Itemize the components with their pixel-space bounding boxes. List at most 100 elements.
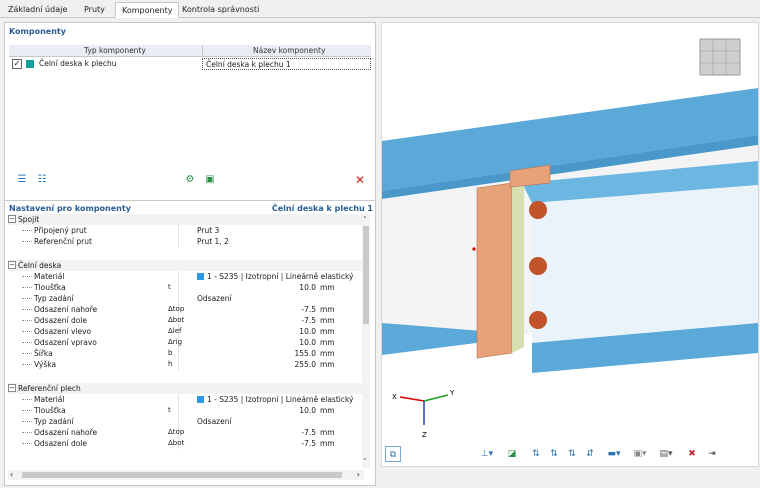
bolt-top bbox=[529, 201, 547, 219]
tab-validation[interactable]: Kontrola správnosti bbox=[176, 2, 265, 18]
property-number[interactable]: 155.0 bbox=[256, 348, 316, 359]
components-grid-header: Typ komponenty Název komponenty bbox=[9, 45, 371, 57]
property-number[interactable]: 10.0 bbox=[256, 405, 316, 416]
property-value[interactable]: Prut 1, 2 bbox=[197, 236, 229, 247]
property-row[interactable]: Materiál 1 - S235 | Izotropní | Lineárně … bbox=[8, 394, 364, 405]
tab-components[interactable]: Komponenty bbox=[115, 2, 180, 18]
tab-members[interactable]: Pruty bbox=[78, 2, 111, 18]
view-cube[interactable] bbox=[699, 38, 741, 76]
collapse-icon[interactable]: − bbox=[8, 384, 16, 392]
property-row[interactable]: Odsazení nahoře Δtop -7.5 mm bbox=[8, 304, 364, 315]
property-row[interactable]: Referenční prut Prut 1, 2 bbox=[8, 236, 364, 247]
property-value[interactable]: 1 - S235 | Izotropní | Lineárně elastick… bbox=[207, 271, 354, 282]
property-label: Výška bbox=[34, 360, 57, 369]
view-toggle-icon[interactable]: ⧉ bbox=[385, 446, 401, 462]
property-number[interactable]: -7.5 bbox=[256, 304, 316, 315]
display-mode-icon[interactable]: ▬▾ bbox=[603, 446, 625, 462]
settings-selected: Čelní deska k plechu 1 bbox=[271, 204, 373, 213]
property-row[interactable]: Typ zadání Odsazení bbox=[8, 416, 364, 427]
tree-connector bbox=[22, 320, 32, 321]
property-symbol: t bbox=[168, 283, 171, 291]
property-value[interactable]: Odsazení bbox=[197, 416, 232, 427]
components-toolbar: ☰ ☷ ⚙ ▣ ✕ bbox=[9, 173, 371, 191]
node-marker bbox=[472, 247, 476, 251]
property-unit: mm bbox=[320, 360, 335, 369]
property-group[interactable]: − Referenční plech bbox=[8, 383, 364, 394]
property-label: Typ zadání bbox=[34, 294, 74, 303]
print-icon[interactable]: ▤▾ bbox=[655, 446, 677, 462]
component-row[interactable]: ✓ Čelní deska k plechu Čelní deska k ple… bbox=[9, 58, 371, 70]
property-row[interactable]: Tloušťka t 10.0 mm bbox=[8, 405, 364, 416]
property-row[interactable]: Odsazení nahoře Δtop -7.5 mm bbox=[8, 427, 364, 438]
property-group[interactable]: − Spojit bbox=[8, 214, 364, 225]
column-divider bbox=[178, 348, 179, 359]
view-y-icon[interactable]: ⇅ bbox=[547, 446, 561, 462]
scroll-down-icon[interactable]: ˅ bbox=[363, 458, 367, 466]
component-name-cell[interactable]: Čelní deska k plechu 1 bbox=[202, 58, 371, 70]
property-row[interactable]: Typ zadání Odsazení bbox=[8, 293, 364, 304]
scroll-thumb[interactable] bbox=[363, 226, 369, 324]
property-value[interactable]: Odsazení bbox=[197, 293, 232, 304]
tab-basic-data[interactable]: Základní údaje bbox=[2, 2, 73, 18]
scroll-up-icon[interactable]: ˄ bbox=[363, 216, 367, 224]
scroll-left-icon[interactable]: ‹ bbox=[10, 470, 13, 479]
export-icon[interactable]: ⇥ bbox=[705, 446, 719, 462]
vertical-scrollbar[interactable]: ˄ ˅ bbox=[362, 214, 370, 468]
property-number[interactable]: -7.5 bbox=[256, 438, 316, 449]
axes-view-icon[interactable]: ⊥▾ bbox=[477, 446, 497, 462]
property-value[interactable]: Prut 3 bbox=[197, 225, 219, 236]
property-row[interactable]: Odsazení vpravo Δrig 10.0 mm bbox=[8, 337, 364, 348]
property-number[interactable]: 255.0 bbox=[256, 359, 316, 370]
property-unit: mm bbox=[320, 316, 335, 325]
property-label: Odsazení nahoře bbox=[34, 428, 98, 437]
column-divider bbox=[178, 271, 179, 282]
save-icon[interactable]: ▣ bbox=[203, 173, 217, 187]
material-color-icon bbox=[197, 273, 204, 280]
3d-viewport[interactable]: X Y Z bbox=[381, 22, 759, 467]
property-number[interactable]: 10.0 bbox=[256, 326, 316, 337]
move-up-icon[interactable]: ☰ bbox=[15, 173, 29, 187]
property-row[interactable]: Odsazení vlevo Δlef 10.0 mm bbox=[8, 326, 364, 337]
property-row[interactable]: Odsazení dole Δbot -7.5 mm bbox=[8, 438, 364, 449]
horizontal-scrollbar[interactable]: ‹ › bbox=[8, 470, 364, 480]
property-label: Připojený prut bbox=[34, 226, 87, 235]
view-iso-icon[interactable]: ⇵ bbox=[583, 446, 597, 462]
move-down-icon[interactable]: ☷ bbox=[35, 173, 49, 187]
property-row[interactable]: Tloušťka t 10.0 mm bbox=[8, 282, 364, 293]
visibility-icon[interactable]: ▣▾ bbox=[629, 446, 651, 462]
property-row[interactable]: Připojený prut Prut 3 bbox=[8, 225, 364, 236]
reference-plate bbox=[512, 175, 524, 353]
tab-bar: Základní údaje Pruty Komponenty Kontrola… bbox=[0, 0, 760, 18]
collapse-icon[interactable]: − bbox=[8, 261, 16, 269]
component-name: Čelní deska k plechu 1 bbox=[206, 60, 291, 69]
view-x-icon[interactable]: ⇅ bbox=[529, 446, 543, 462]
property-number[interactable]: -7.5 bbox=[256, 427, 316, 438]
settings-header: Nastavení pro komponenty Čelní deska k p… bbox=[5, 200, 375, 213]
property-label: Odsazení vlevo bbox=[34, 327, 92, 336]
property-group[interactable]: − Čelní deska bbox=[8, 260, 364, 271]
viewport-toolbar: ⧉ ⊥▾ ◪ ⇅ ⇅ ⇅ ⇵ ▬▾ ▣▾ ▤▾ ✖ ⇥ bbox=[381, 444, 759, 466]
property-row[interactable]: Šířka b 155.0 mm bbox=[8, 348, 364, 359]
settings-title: Nastavení pro komponenty bbox=[9, 204, 131, 213]
property-row[interactable]: Materiál 1 - S235 | Izotropní | Lineárně … bbox=[8, 271, 364, 282]
material-color-icon bbox=[197, 396, 204, 403]
tree-connector bbox=[22, 241, 32, 242]
render-icon[interactable]: ◪ bbox=[505, 446, 519, 462]
scroll-right-icon[interactable]: › bbox=[357, 470, 360, 479]
view-z-icon[interactable]: ⇅ bbox=[565, 446, 579, 462]
property-row[interactable]: Odsazení dole Δbot -7.5 mm bbox=[8, 315, 364, 326]
property-unit: mm bbox=[320, 338, 335, 347]
property-number[interactable]: 10.0 bbox=[256, 337, 316, 348]
component-checkbox[interactable]: ✓ bbox=[12, 59, 22, 69]
property-number[interactable]: 10.0 bbox=[256, 282, 316, 293]
property-row[interactable]: Výška h 255.0 mm bbox=[8, 359, 364, 370]
property-symbol: t bbox=[168, 406, 171, 414]
hscroll-thumb[interactable] bbox=[22, 472, 342, 478]
property-value[interactable]: 1 - S235 | Izotropní | Lineárně elastick… bbox=[207, 394, 354, 405]
collapse-icon[interactable]: − bbox=[8, 215, 16, 223]
library-icon[interactable]: ⚙ bbox=[183, 173, 197, 187]
reset-view-icon[interactable]: ✖ bbox=[685, 446, 699, 462]
axis-z-label: Z bbox=[422, 431, 427, 439]
delete-icon[interactable]: ✕ bbox=[353, 173, 367, 187]
property-number[interactable]: -7.5 bbox=[256, 315, 316, 326]
